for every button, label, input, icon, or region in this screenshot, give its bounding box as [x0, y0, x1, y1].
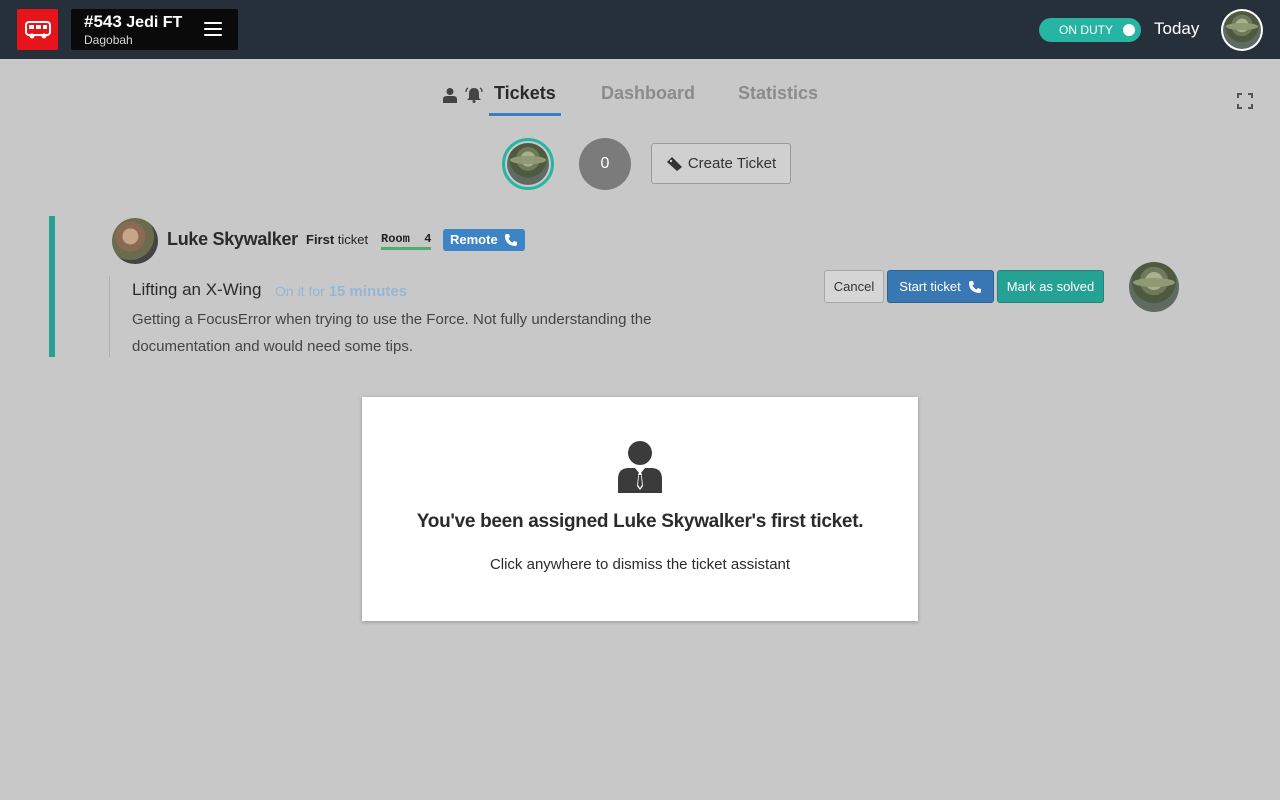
user-suit-icon: [618, 441, 662, 493]
modal-subtitle: Click anywhere to dismiss the ticket ass…: [489, 556, 791, 573]
create-ticket-button[interactable]: Create Ticket: [651, 143, 791, 184]
tab-statistics[interactable]: Statistics: [738, 83, 818, 104]
bus-icon[interactable]: [17, 9, 58, 50]
mark-solved-label: Mark as solved: [1006, 279, 1095, 294]
fullscreen-icon[interactable]: [1237, 93, 1253, 109]
hamburger-menu-icon[interactable]: [204, 22, 222, 36]
top-bar: #543 Jedi FT Dagobah ON DUTY Today: [0, 0, 1280, 59]
tab-tickets[interactable]: Tickets: [494, 83, 556, 104]
phone-icon: [504, 234, 517, 246]
on-duty-toggle[interactable]: ON DUTY: [1039, 18, 1141, 42]
course-location: Dagobah: [84, 33, 133, 47]
duration-prefix: On it for: [275, 283, 325, 299]
ticket-description: Getting a FocusError when trying to use …: [132, 311, 652, 355]
course-selector[interactable]: #543 Jedi FT Dagobah: [71, 9, 238, 50]
assignee-avatar[interactable]: [1129, 262, 1179, 312]
cancel-button[interactable]: Cancel: [824, 270, 884, 303]
first-word: First: [306, 232, 335, 247]
ticket-status-bar: [49, 216, 55, 357]
user-icon: [443, 88, 457, 103]
course-name: Jedi FT: [126, 14, 183, 31]
active-tab-indicator: [489, 113, 561, 116]
bell-icon: [465, 87, 483, 103]
ticket-duration: On it for 15 minutes: [275, 283, 407, 300]
ticket-divider: [109, 276, 110, 357]
tab-bar: Tickets Dashboard Statistics: [0, 80, 1280, 120]
room-number: 4: [424, 232, 432, 246]
room-label: Room: [381, 232, 410, 246]
remote-badge: Remote: [443, 229, 525, 251]
modal-title: You've been assigned Luke Skywalker's fi…: [416, 511, 864, 532]
course-number: #543: [84, 12, 122, 31]
course-title: #543 Jedi FT: [84, 12, 182, 32]
student-name[interactable]: Luke Skywalker: [167, 229, 298, 250]
on-duty-label: ON DUTY: [1059, 23, 1113, 37]
start-ticket-button[interactable]: Start ticket: [887, 270, 994, 303]
queue-count: 0: [579, 138, 631, 190]
room-badge: Room 4: [381, 232, 432, 250]
tab-dashboard[interactable]: Dashboard: [601, 83, 695, 104]
tab-tickets-icons: [443, 87, 483, 103]
remote-label: Remote: [450, 232, 498, 247]
mentor-avatar[interactable]: [502, 138, 554, 190]
ticket-icon: [666, 156, 682, 171]
mark-solved-button[interactable]: Mark as solved: [997, 270, 1104, 303]
ticket-subject: Lifting an X-Wing: [132, 280, 262, 299]
today-label[interactable]: Today: [1154, 19, 1199, 39]
ticket-word: ticket: [337, 232, 369, 247]
cancel-label: Cancel: [833, 279, 875, 294]
create-ticket-label: Create Ticket: [687, 155, 777, 172]
ticket-assistant-modal[interactable]: You've been assigned Luke Skywalker's fi…: [362, 397, 918, 621]
duration-value: 15 minutes: [328, 283, 408, 300]
phone-icon: [968, 280, 981, 293]
first-ticket-badge: First ticket: [306, 232, 368, 247]
toggle-knob: [1123, 24, 1135, 36]
user-avatar[interactable]: [1221, 9, 1263, 51]
student-avatar[interactable]: [110, 216, 160, 266]
start-ticket-label: Start ticket: [899, 279, 961, 294]
